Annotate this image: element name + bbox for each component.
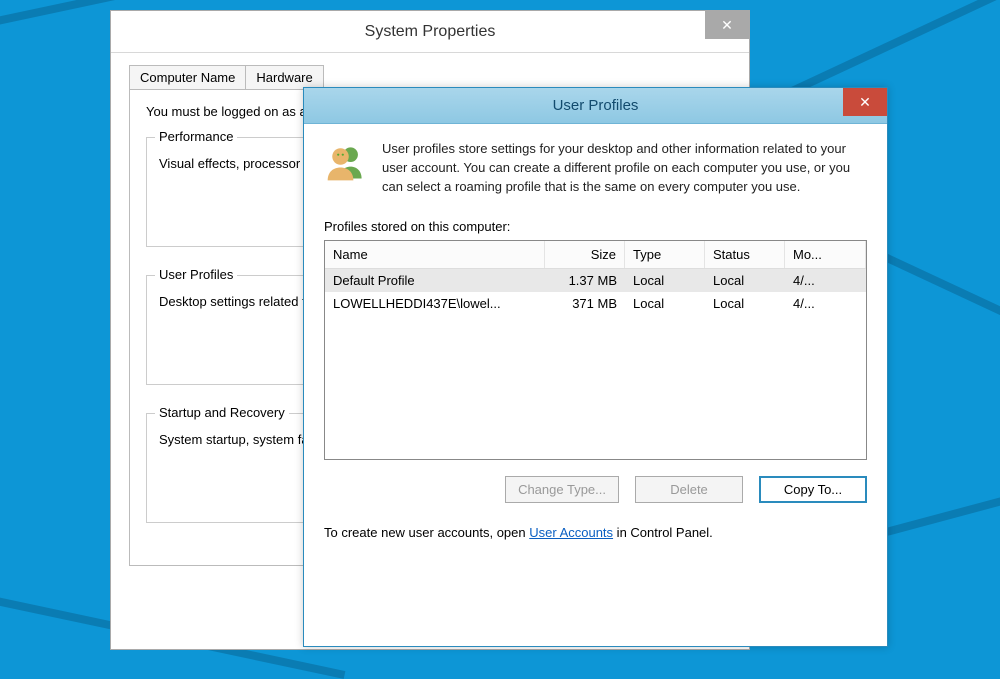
cell-name: Default Profile — [325, 269, 545, 292]
column-header-size[interactable]: Size — [545, 241, 625, 268]
footer-text: To create new user accounts, open User A… — [324, 525, 867, 540]
user-profiles-title: User Profiles — [553, 97, 639, 114]
profiles-stored-label: Profiles stored on this computer: — [324, 219, 867, 234]
footer-post: in Control Panel. — [613, 525, 713, 540]
cell-status: Local — [705, 269, 785, 292]
cell-name: LOWELLHEDDI437E\lowel... — [325, 292, 545, 315]
close-icon: ✕ — [721, 17, 733, 34]
user-accounts-link[interactable]: User Accounts — [529, 525, 613, 540]
user-profiles-body: User profiles store settings for your de… — [304, 124, 887, 554]
user-profiles-intro: User profiles store settings for your de… — [324, 140, 867, 197]
user-profiles-dialog: User Profiles ✕ User profiles store sett… — [303, 87, 888, 647]
change-type-button[interactable]: Change Type... — [505, 476, 619, 503]
cell-type: Local — [625, 292, 705, 315]
users-icon — [324, 140, 368, 184]
column-header-type[interactable]: Type — [625, 241, 705, 268]
tab-hardware[interactable]: Hardware — [245, 65, 323, 89]
system-properties-title: System Properties — [365, 23, 496, 41]
cell-status: Local — [705, 292, 785, 315]
close-icon: ✕ — [859, 94, 871, 111]
user-profiles-buttons: Change Type... Delete Copy To... — [324, 476, 867, 503]
table-row[interactable]: LOWELLHEDDI437E\lowel... 371 MB Local Lo… — [325, 292, 866, 315]
user-profiles-titlebar[interactable]: User Profiles ✕ — [304, 88, 887, 124]
performance-group-title: Performance — [155, 129, 237, 144]
copy-to-button[interactable]: Copy To... — [759, 476, 867, 503]
cell-type: Local — [625, 269, 705, 292]
cell-modified: 4/... — [785, 269, 866, 292]
profiles-table-header: Name Size Type Status Mo... — [325, 241, 866, 269]
column-header-modified[interactable]: Mo... — [785, 241, 866, 268]
table-row[interactable]: Default Profile 1.37 MB Local Local 4/..… — [325, 269, 866, 292]
column-header-name[interactable]: Name — [325, 241, 545, 268]
startup-recovery-group-title: Startup and Recovery — [155, 405, 289, 420]
cell-size: 371 MB — [545, 292, 625, 315]
cell-modified: 4/... — [785, 292, 866, 315]
column-header-status[interactable]: Status — [705, 241, 785, 268]
profiles-table[interactable]: Name Size Type Status Mo... Default Prof… — [324, 240, 867, 460]
footer-pre: To create new user accounts, open — [324, 525, 529, 540]
delete-button[interactable]: Delete — [635, 476, 743, 503]
user-profiles-description: User profiles store settings for your de… — [382, 140, 867, 197]
user-profiles-group-title: User Profiles — [155, 267, 237, 282]
cell-size: 1.37 MB — [545, 269, 625, 292]
user-profiles-close-button[interactable]: ✕ — [843, 88, 887, 116]
system-properties-titlebar[interactable]: System Properties ✕ — [111, 11, 749, 53]
system-properties-close-button[interactable]: ✕ — [705, 11, 749, 39]
tab-computer-name[interactable]: Computer Name — [129, 65, 246, 89]
